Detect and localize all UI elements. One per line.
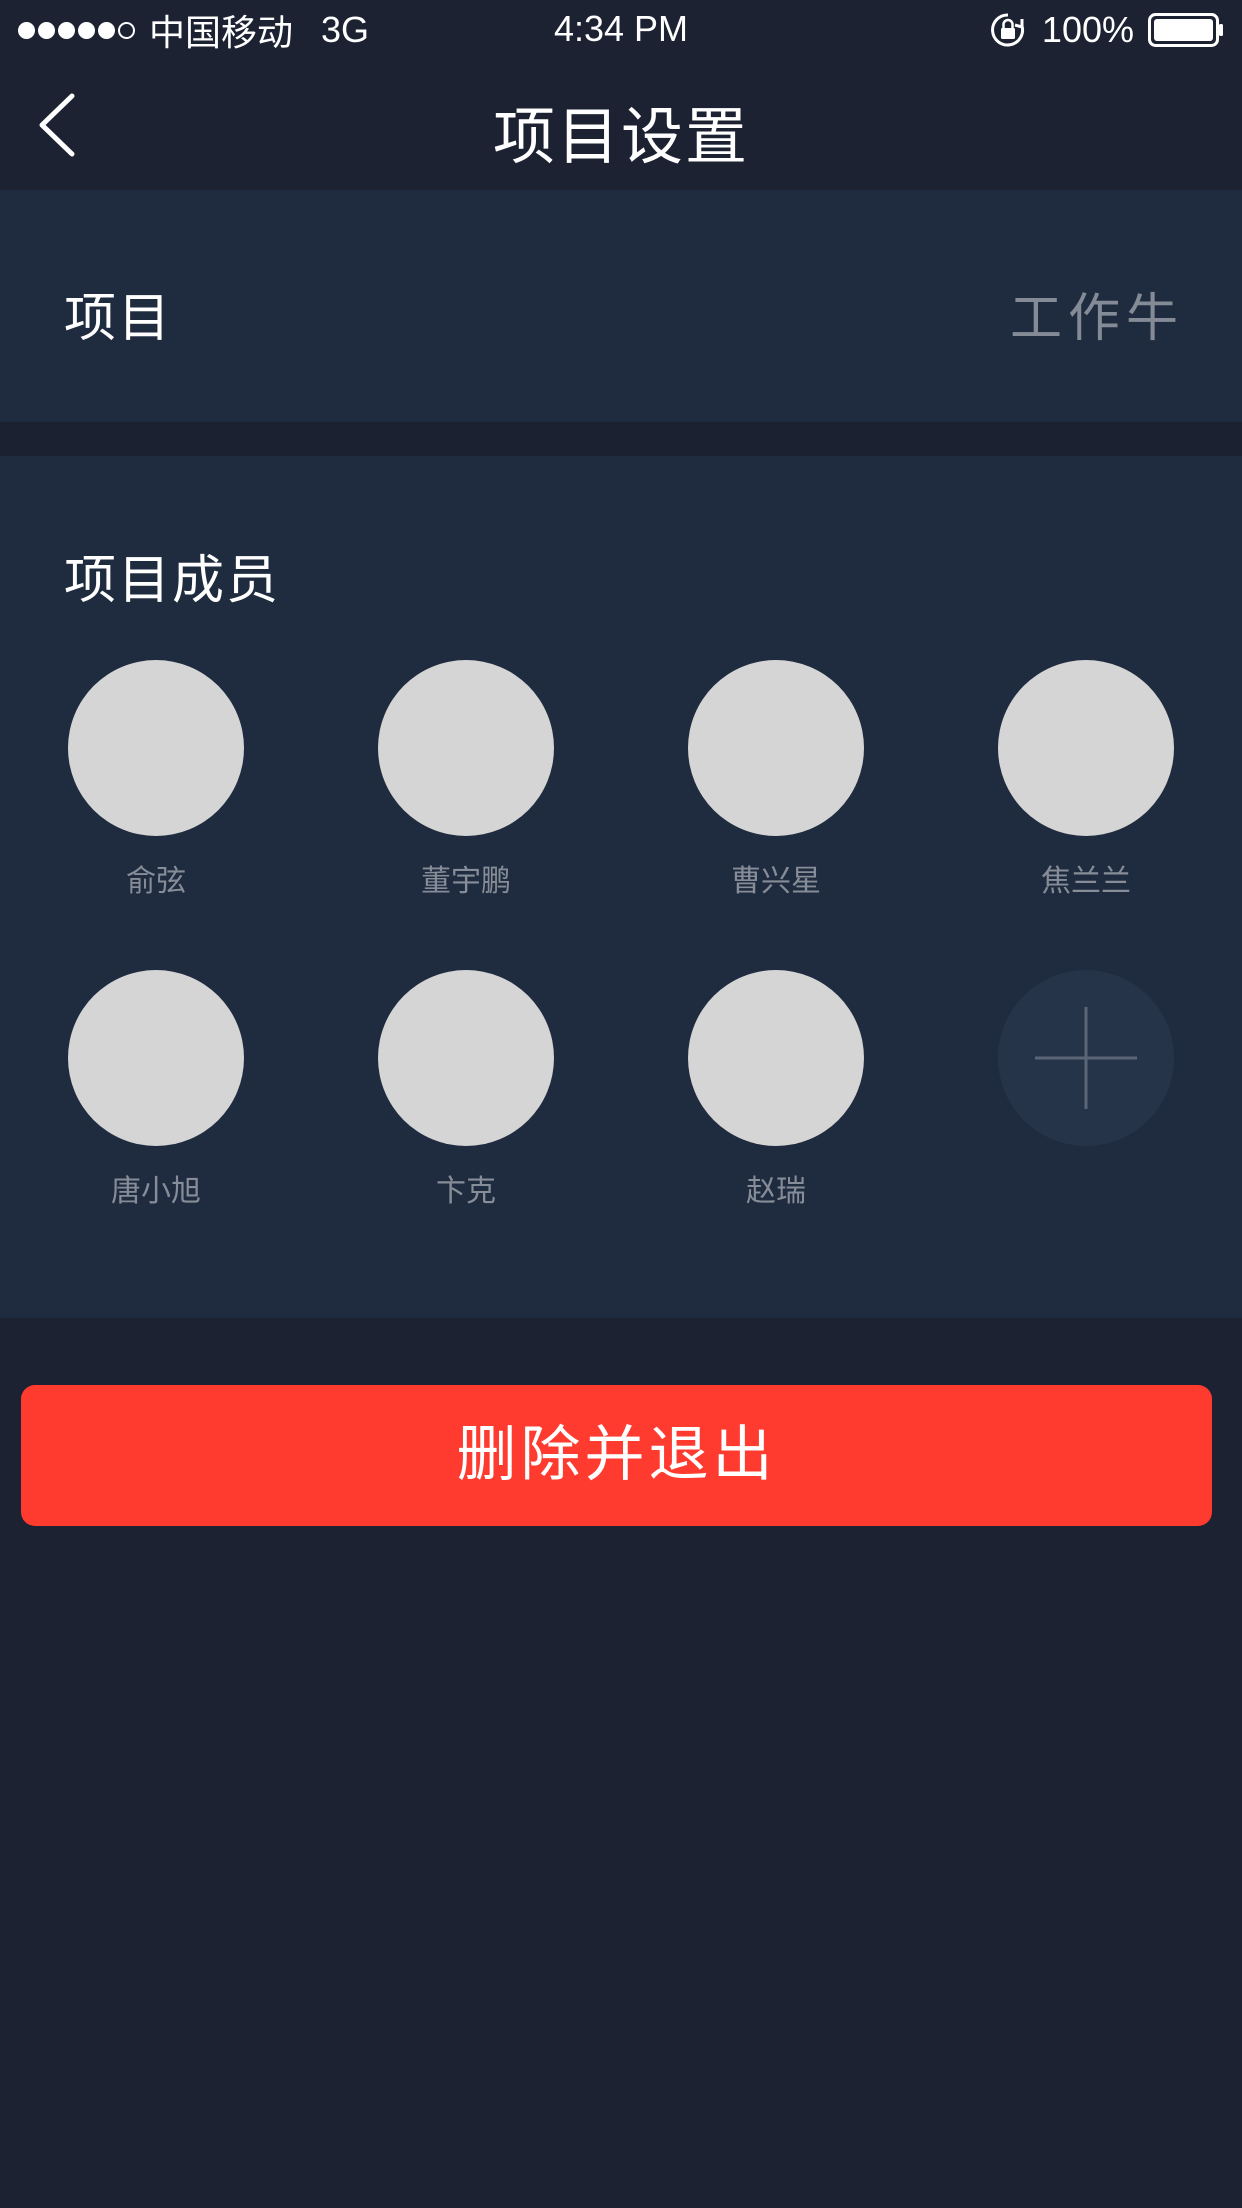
page-title: 项目设置 (492, 100, 749, 173)
members-title: 项目成员 (64, 551, 281, 611)
avatar (998, 660, 1174, 836)
avatar (68, 970, 244, 1146)
avatar (68, 660, 244, 836)
project-label: 项目 (64, 289, 173, 349)
add-member-button[interactable] (998, 970, 1174, 1146)
status-bar: 中国移动 3G 4:34 PM 100% (0, 0, 1242, 60)
orientation-lock-icon (991, 13, 1024, 47)
member-item[interactable]: 曹兴星 (656, 660, 896, 920)
member-item[interactable]: 唐小旭 (36, 970, 276, 1230)
avatar (688, 660, 864, 836)
project-settings-screen: 中国移动 3G 4:34 PM 100% 项目设置 项目 工作牛 项目成员 俞弦… (0, 0, 1242, 2208)
member-name: 唐小旭 (111, 1174, 201, 1209)
member-item[interactable]: 卞克 (346, 970, 586, 1230)
avatar (378, 970, 554, 1146)
member-name: 俞弦 (126, 864, 186, 899)
member-item[interactable]: 俞弦 (36, 660, 276, 920)
member-item[interactable]: 焦兰兰 (966, 660, 1206, 920)
battery-icon (1148, 13, 1223, 47)
battery-percentage: 100% (1041, 9, 1134, 50)
project-row[interactable]: 项目 工作牛 (0, 190, 1242, 422)
plus-icon (1035, 1007, 1137, 1109)
delete-and-exit-button[interactable]: 删除并退出 (21, 1385, 1212, 1526)
status-right: 100% (988, 8, 1224, 52)
member-name: 焦兰兰 (1041, 864, 1131, 899)
member-name: 赵瑞 (746, 1174, 806, 1209)
member-item[interactable]: 赵瑞 (656, 970, 896, 1230)
section-divider (0, 422, 1242, 456)
avatar (378, 660, 554, 836)
member-name: 卞克 (436, 1174, 496, 1209)
member-name: 曹兴星 (731, 864, 821, 899)
navigation-bar: 项目设置 (0, 60, 1242, 190)
member-item[interactable]: 董宇鹏 (346, 660, 586, 920)
member-name: 董宇鹏 (421, 864, 511, 899)
project-name-value: 工作牛 (1009, 289, 1184, 349)
avatar (688, 970, 864, 1146)
members-section: 项目成员 俞弦 董宇鹏 曹兴星 焦兰兰 唐小旭 卞克 赵瑞 (0, 456, 1242, 1318)
